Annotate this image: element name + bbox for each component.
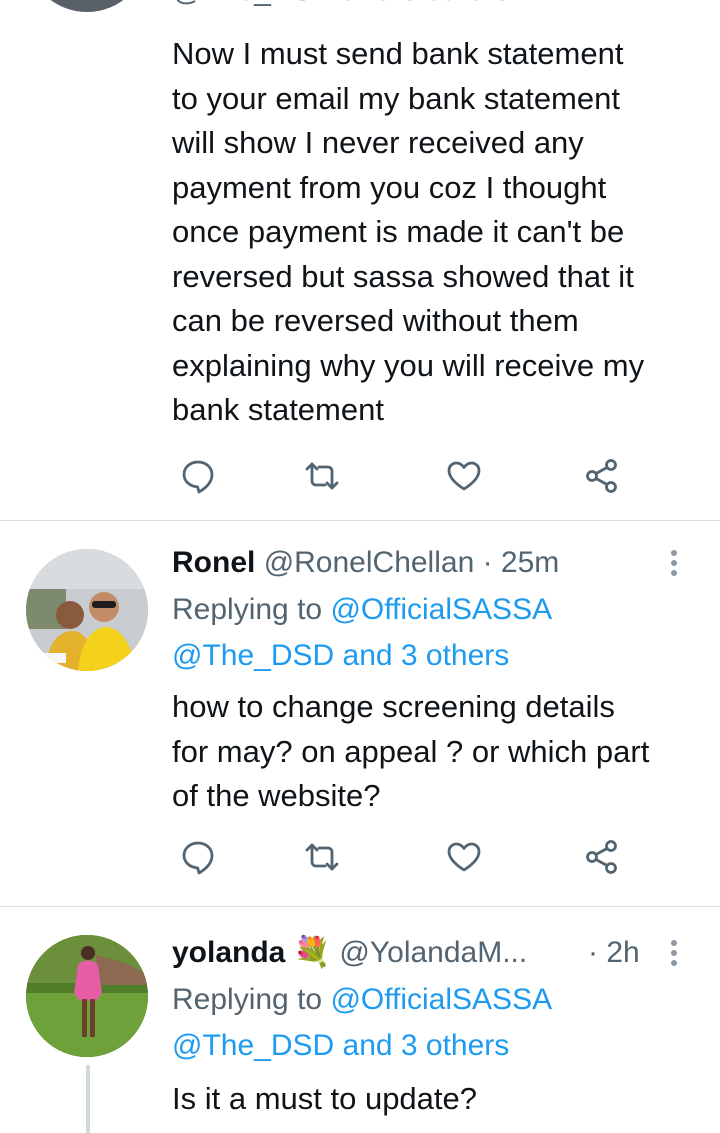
avatar[interactable] — [26, 549, 148, 671]
reply-icon[interactable] — [178, 837, 218, 877]
mention-others-link[interactable]: @The_DSD and 3 others — [172, 639, 509, 672]
tweet-text: Now I must send bank statement to your e… — [172, 36, 645, 427]
display-name[interactable]: yolanda — [172, 936, 285, 969]
more-vertical-icon[interactable] — [664, 543, 684, 583]
tweet-actions — [172, 837, 632, 877]
thread-connector — [86, 1065, 90, 1133]
mention-link[interactable]: @OfficialSASSA — [330, 593, 552, 626]
tweet-3[interactable]: yolanda 💐 @YolandaM... · 2h Replying to … — [0, 907, 720, 1133]
mention-others-link[interactable]: @The_DSD and 3 others — [172, 1029, 509, 1062]
replying-to-partial: @The_DSD and 3 others — [172, 0, 509, 8]
tweet-2[interactable]: Ronel @RonelChellan · 25m Replying to @O… — [0, 521, 720, 907]
tweet-time: · 25m — [482, 546, 560, 579]
display-name[interactable]: Ronel — [172, 546, 255, 579]
user-handle[interactable]: @RonelChellan — [264, 546, 475, 579]
tweet-header: Ronel @RonelChellan · 25m — [172, 543, 559, 583]
tweet-time: · 2h — [588, 936, 640, 969]
replying-prefix: Replying to — [172, 593, 331, 626]
tweet-1[interactable]: @The_DSD and 3 others Now I must send ba… — [0, 0, 720, 521]
replying-to: Replying to @OfficialSASSA @The_DSD and … — [172, 977, 552, 1069]
tweet-actions — [172, 456, 632, 496]
retweet-icon[interactable] — [302, 837, 342, 877]
tweet-header: yolanda 💐 @YolandaM... — [172, 933, 527, 973]
replying-prefix: Replying to — [172, 983, 331, 1016]
retweet-icon[interactable] — [302, 456, 342, 496]
avatar[interactable] — [26, 0, 148, 12]
mention-link[interactable]: @OfficialSASSA — [330, 983, 552, 1016]
heart-icon[interactable] — [444, 837, 484, 877]
reply-icon[interactable] — [178, 456, 218, 496]
tweet-text: how to change screening details for may?… — [172, 689, 650, 813]
more-vertical-icon[interactable] — [664, 933, 684, 973]
replying-to: Replying to @OfficialSASSA @The_DSD and … — [172, 587, 552, 679]
heart-icon[interactable] — [444, 456, 484, 496]
share-icon[interactable] — [582, 837, 622, 877]
flower-emoji-icon: 💐 — [293, 936, 332, 969]
user-handle[interactable]: @YolandaM... — [339, 936, 527, 969]
tweet-text: Is it a must to update? — [172, 1081, 478, 1116]
share-icon[interactable] — [582, 456, 622, 496]
avatar[interactable] — [26, 935, 148, 1057]
